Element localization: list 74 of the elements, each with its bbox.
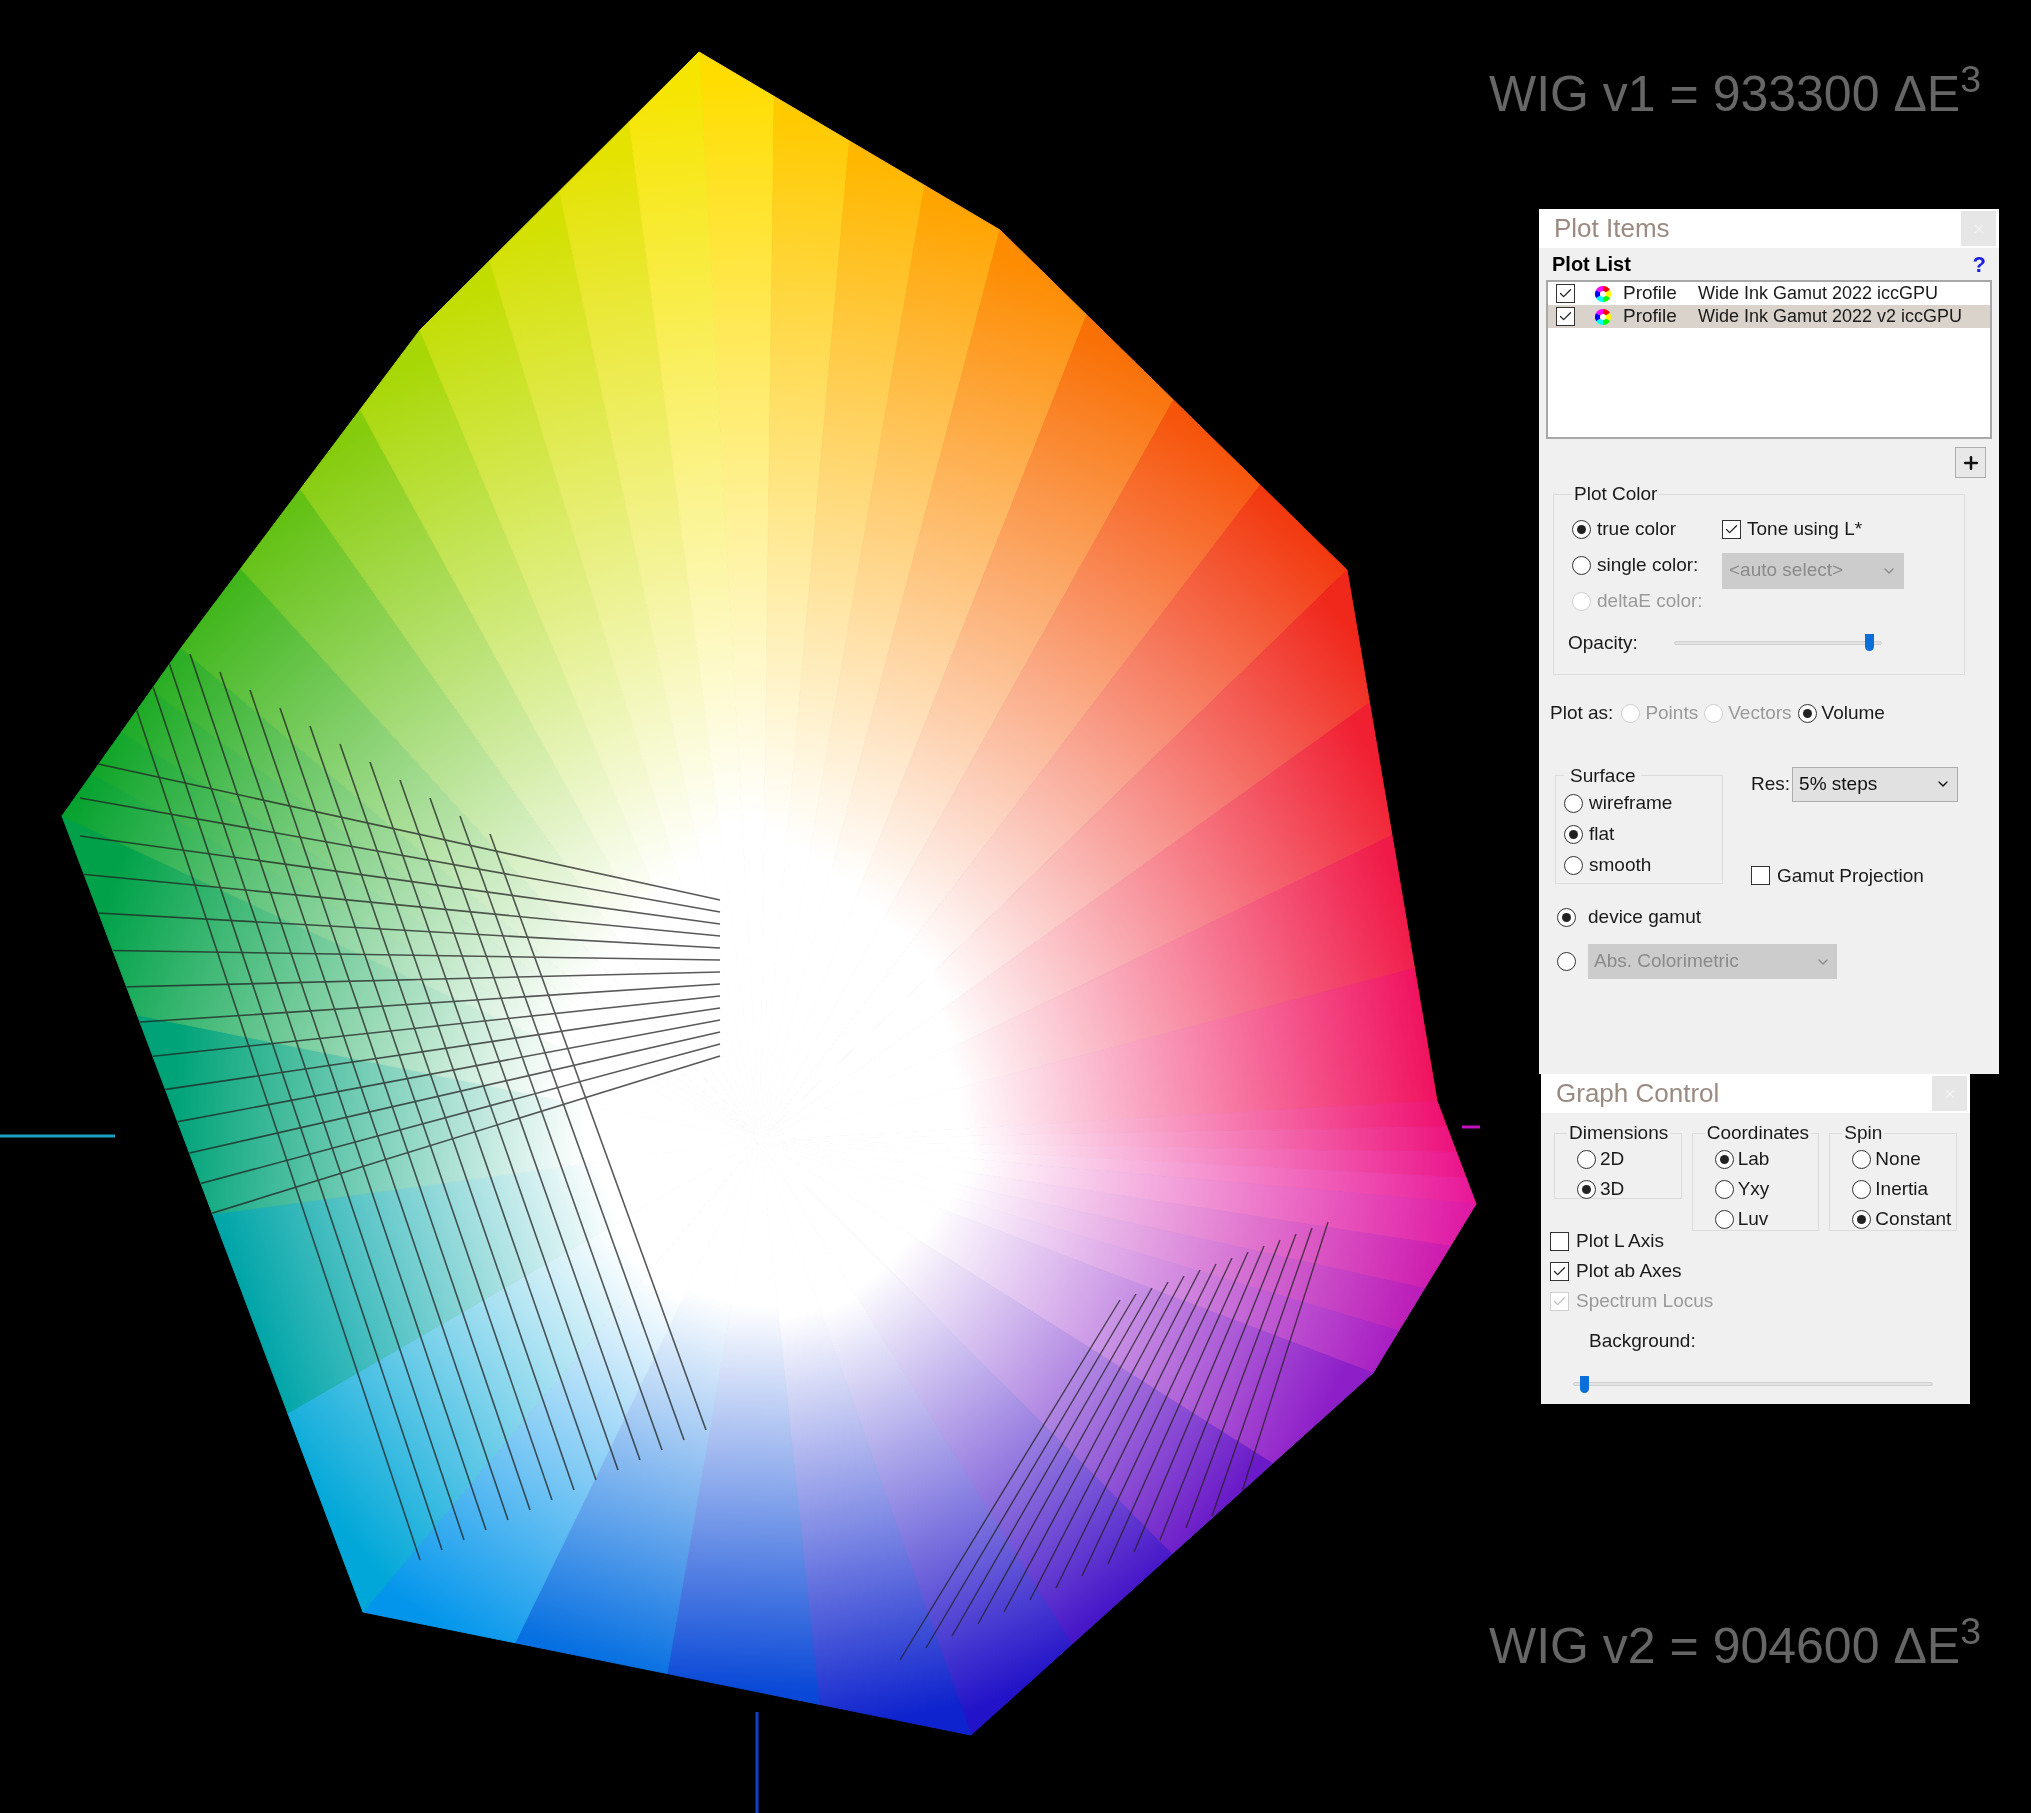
- option-label: Plot ab Axes: [1576, 1258, 1682, 1283]
- section-heading: Plot List: [1552, 252, 1631, 277]
- option-label: single color:: [1597, 553, 1699, 578]
- radio-button[interactable]: [1564, 824, 1583, 844]
- radio-button[interactable]: [1577, 1150, 1596, 1169]
- group-label: Surface: [1569, 763, 1637, 788]
- res-dropdown[interactable]: 5% steps: [1792, 766, 1959, 802]
- gamut-volume-label: WIG v2 = 904600 ΔE$^{3}$: [1489, 1610, 1981, 1676]
- radio-button[interactable]: [1852, 1150, 1872, 1169]
- option-label: None: [1875, 1147, 1921, 1172]
- option-label: wireframe: [1589, 790, 1673, 815]
- radio-button[interactable]: [1564, 855, 1583, 875]
- radio-button[interactable]: [1714, 1210, 1734, 1229]
- option-label: 3D: [1600, 1177, 1625, 1202]
- panel-title: Graph Control: [1556, 1077, 1720, 1110]
- option-label: 2D: [1600, 1147, 1625, 1172]
- slider-track[interactable]: [1674, 634, 1882, 652]
- checkbox[interactable]: [1556, 284, 1575, 303]
- radio-button[interactable]: [1572, 520, 1591, 539]
- slider-track[interactable]: [1573, 1375, 1933, 1393]
- radio-button[interactable]: [1557, 907, 1576, 927]
- option-label: smooth: [1589, 852, 1652, 877]
- option-label: Yxy: [1737, 1177, 1770, 1202]
- option-label: device gamut: [1588, 904, 1701, 929]
- checkbox[interactable]: [1550, 1231, 1569, 1251]
- radio-button[interactable]: [1852, 1180, 1872, 1199]
- checkbox[interactable]: [1751, 866, 1770, 886]
- radio-button[interactable]: [1564, 793, 1583, 813]
- gamut-volume-label: WIG v1 = 933300 ΔE$^{3}$: [1489, 58, 1981, 124]
- item-type: Profile: [1623, 304, 1678, 329]
- color-wheel-icon: [1595, 285, 1611, 302]
- option-label: Plot as:: [1550, 701, 1614, 725]
- plot-list-row[interactable]: Profile Wide Ink Gamut 2022 v2 iccGPU: [1548, 305, 1990, 328]
- group-label: Coordinates: [1705, 1121, 1811, 1145]
- option-label: Opacity:: [1568, 630, 1639, 655]
- radio-button[interactable]: [1714, 1150, 1734, 1169]
- panel-title: Plot Items: [1554, 212, 1670, 245]
- option-label: flat: [1589, 821, 1615, 846]
- color-wheel-icon: [1595, 308, 1611, 325]
- option-label: Inertia: [1875, 1177, 1929, 1202]
- option-label: deltaE color:: [1597, 589, 1703, 614]
- option-label: Points: [1645, 701, 1699, 725]
- option-label: Spectrum Locus: [1576, 1288, 1714, 1313]
- help-link[interactable]: ?: [1972, 247, 1986, 281]
- option-label: Background:: [1589, 1329, 1697, 1353]
- group-label: Dimensions: [1568, 1121, 1670, 1145]
- option-label: Tone using L*: [1747, 517, 1863, 542]
- radio-button[interactable]: [1577, 1180, 1596, 1199]
- radio-button[interactable]: [1852, 1210, 1872, 1229]
- option-label: Vectors: [1728, 701, 1792, 725]
- radio-button[interactable]: [1797, 703, 1817, 723]
- checkbox[interactable]: [1722, 520, 1741, 539]
- group-label: Spin: [1843, 1121, 1884, 1145]
- item-name: Wide Ink Gamut 2022 v2 iccGPU: [1698, 305, 1963, 328]
- item-type: Profile: [1623, 281, 1678, 306]
- option-label: Plot L Axis: [1576, 1228, 1664, 1253]
- group-label: Plot Color: [1573, 482, 1659, 506]
- option-label: true color: [1597, 517, 1677, 542]
- axis-line: [1462, 1125, 1480, 1129]
- radio-button[interactable]: [1572, 556, 1591, 575]
- option-label: Volume: [1821, 701, 1885, 725]
- checkbox[interactable]: [1550, 1261, 1569, 1281]
- item-name: Wide Ink Gamut 2022 iccGPU: [1698, 282, 1939, 305]
- plot-list-row[interactable]: Profile Wide Ink Gamut 2022 iccGPU: [1548, 282, 1990, 305]
- option-label: Constant: [1875, 1207, 1952, 1232]
- slider-thumb[interactable]: [1865, 634, 1875, 652]
- option-label: Lab: [1737, 1147, 1770, 1172]
- checkbox[interactable]: [1556, 307, 1575, 326]
- option-label: Res:: [1751, 771, 1791, 796]
- add-button[interactable]: [1955, 447, 1986, 478]
- slider-thumb[interactable]: [1580, 1375, 1589, 1393]
- option-label: Gamut Projection: [1777, 863, 1924, 888]
- option-label: Luv: [1737, 1207, 1769, 1232]
- radio-button[interactable]: [1714, 1180, 1734, 1199]
